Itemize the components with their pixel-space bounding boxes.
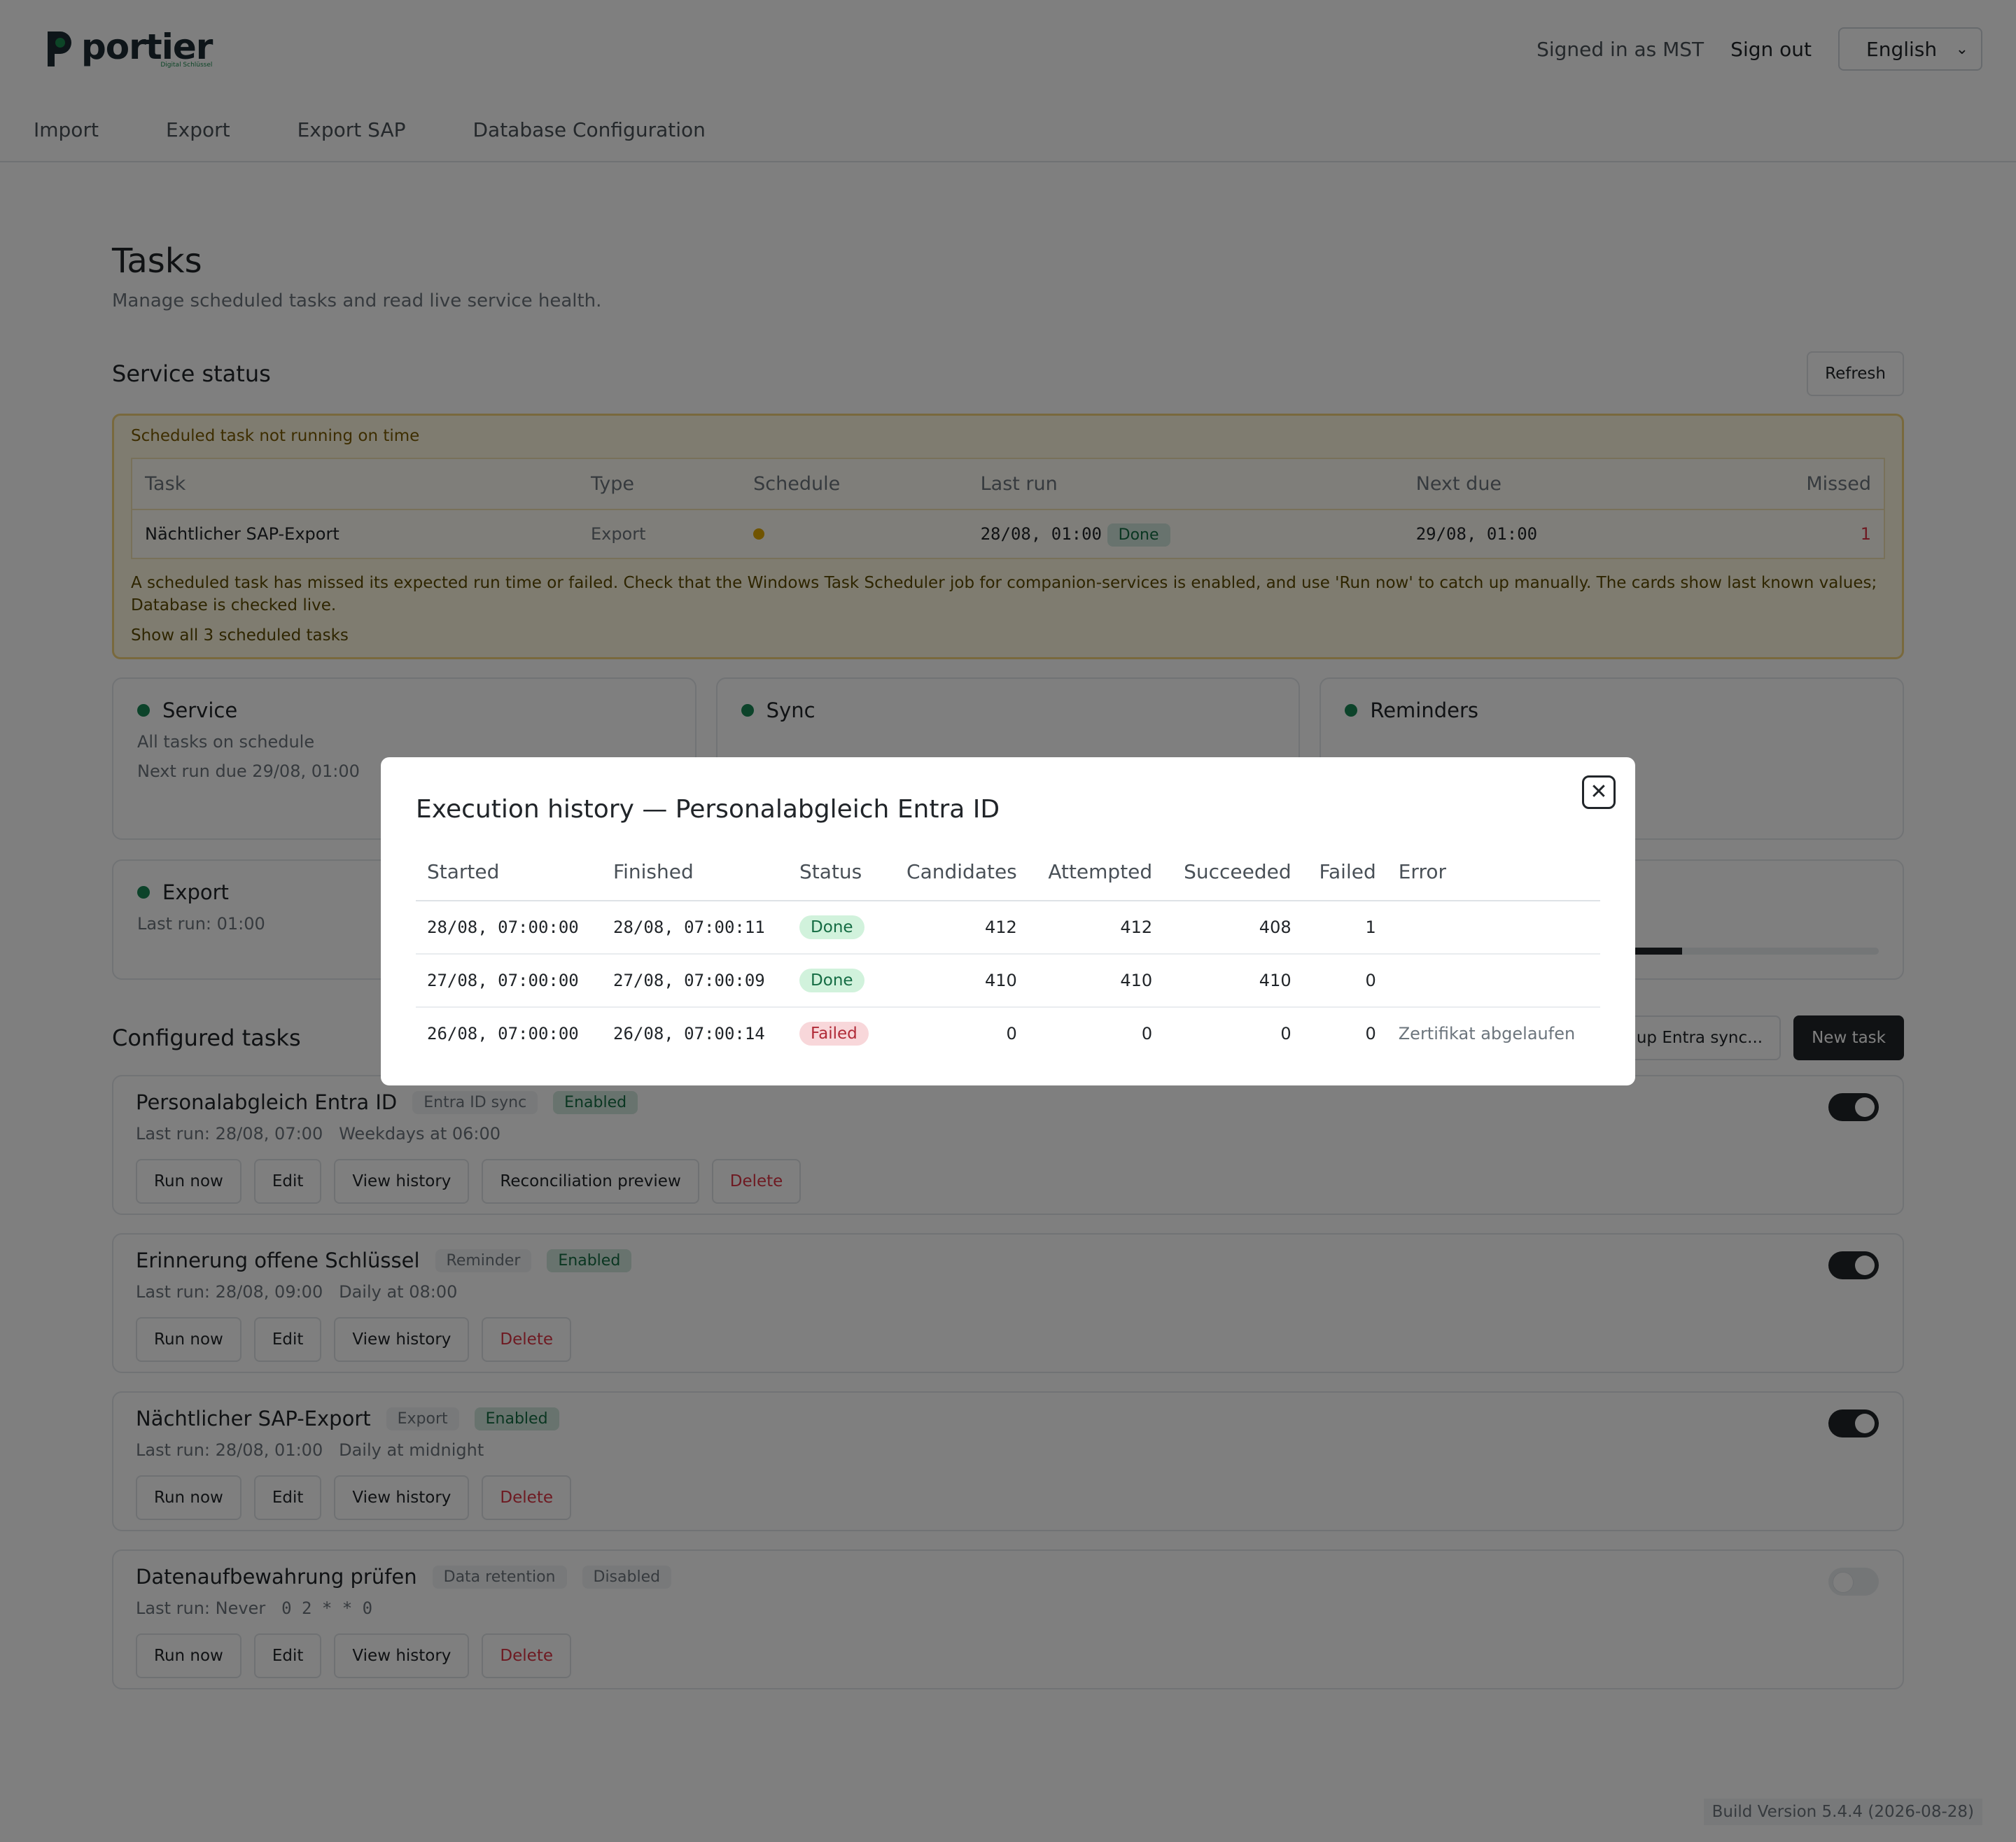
error-cell [1387,954,1600,1008]
finished-cell: 28/08, 07:00:11 [602,901,789,955]
status-cell: Failed [788,1007,886,1060]
status-cell: Done [788,954,886,1008]
table-row: 26/08, 07:00:00 26/08, 07:00:14 Failed 0… [416,1007,1600,1060]
failed-cell: 0 [1365,1024,1376,1043]
candidates-cell: 410 [886,954,1028,1008]
error-cell [1387,901,1600,955]
history-table: Started Finished Status Candidates Attem… [416,850,1600,1060]
failed-cell: 0 [1302,954,1387,1008]
col-succeeded: Succeeded [1163,850,1303,901]
attempted-cell: 0 [1141,1024,1153,1043]
attempted-cell: 412 [1028,901,1164,955]
succeeded-cell: 0 [1280,1024,1292,1043]
col-finished: Finished [602,850,789,901]
failed-cell: 1 [1302,901,1387,955]
started-cell: 28/08, 07:00:00 [416,901,603,955]
col-status: Status [788,850,886,901]
candidates-cell: 0 [1006,1024,1017,1043]
finished-cell: 27/08, 07:00:09 [602,954,789,1008]
col-failed: Failed [1302,850,1387,901]
col-started: Started [416,850,603,901]
status-badge: Failed [799,1022,869,1046]
finished-cell: 26/08, 07:00:14 [613,1024,765,1043]
attempted-cell: 410 [1028,954,1164,1008]
started-cell: 26/08, 07:00:00 [427,1024,579,1043]
started-cell: 27/08, 07:00:00 [416,954,603,1008]
status-badge: Done [799,915,864,939]
status-cell: Done [788,901,886,955]
col-attempted: Attempted [1028,850,1164,901]
modal-title: Execution history — Personalabgleich Ent… [416,795,1000,824]
close-icon[interactable]: ✕ [1582,775,1616,809]
error-cell: Zertifikat abgelaufen [1398,1024,1576,1043]
candidates-cell: 412 [886,901,1028,955]
succeeded-cell: 410 [1163,954,1303,1008]
succeeded-cell: 408 [1163,901,1303,955]
col-error: Error [1387,850,1600,901]
status-badge: Done [799,969,864,992]
table-row: 28/08, 07:00:00 28/08, 07:00:11 Done 412… [416,901,1600,955]
execution-history-modal: Execution history — Personalabgleich Ent… [381,757,1635,1085]
col-candidates: Candidates [886,850,1028,901]
table-row: 27/08, 07:00:00 27/08, 07:00:09 Done 410… [416,954,1600,1008]
